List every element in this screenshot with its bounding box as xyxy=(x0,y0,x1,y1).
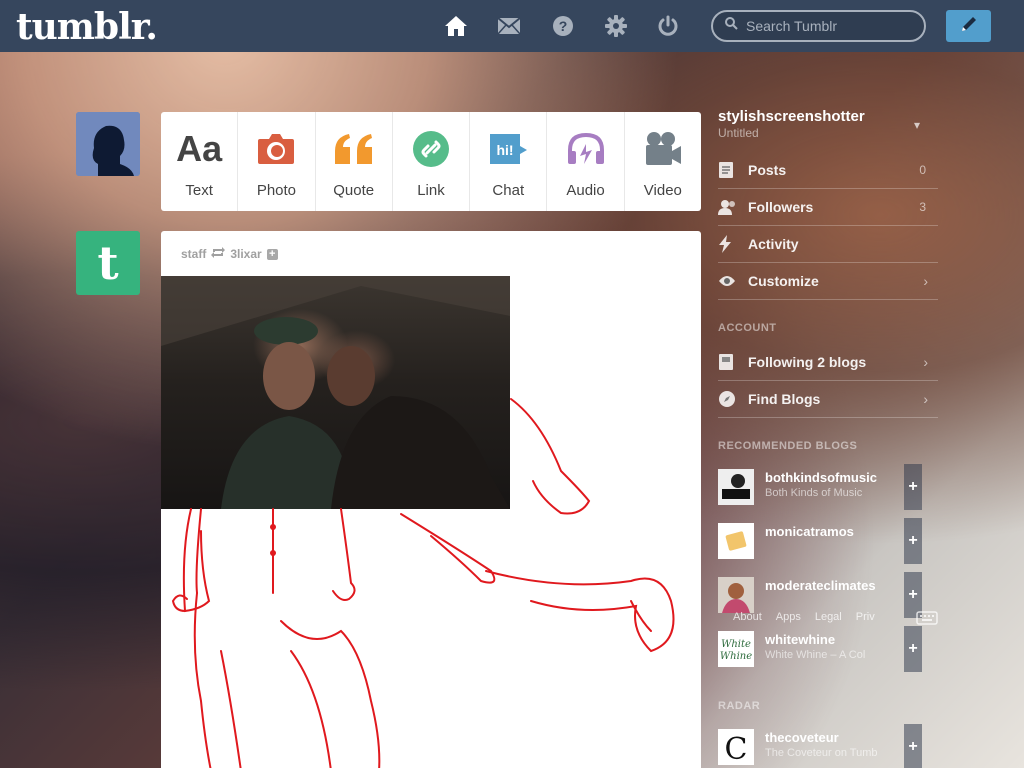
blog-avatar[interactable] xyxy=(718,523,754,559)
post-type-photo[interactable]: Photo xyxy=(238,112,316,211)
blog-description: Both Kinds of Music xyxy=(765,487,863,499)
blog-avatar[interactable] xyxy=(718,577,754,613)
blog-description: White Whine – A Col xyxy=(765,649,866,661)
follow-button[interactable]: + xyxy=(904,518,922,564)
footer-link-about[interactable]: About xyxy=(733,611,762,623)
quote-icon xyxy=(333,130,375,168)
sidebar-item-label: Following 2 blogs xyxy=(748,354,867,370)
sidebar-item-label: Followers xyxy=(748,199,814,215)
post-type-label: Link xyxy=(417,182,445,199)
footer-link-apps[interactable]: Apps xyxy=(776,611,801,623)
blog-subtitle: Untitled xyxy=(718,126,759,140)
blog-description: The Coveteur on Tumb xyxy=(765,747,878,759)
post-type-text[interactable]: Aa Text xyxy=(161,112,239,211)
eye-icon xyxy=(718,275,748,287)
radar-section-title: RADAR xyxy=(718,700,761,712)
post-type-bar: Aa Text Photo Quote Link hi! Chat Audio xyxy=(161,112,701,211)
chevron-right-icon: › xyxy=(923,391,928,407)
post-type-label: Video xyxy=(643,182,682,199)
post-type-video[interactable]: Video xyxy=(625,112,701,211)
search-icon xyxy=(725,17,738,35)
follow-button[interactable]: + xyxy=(904,626,922,672)
link-icon xyxy=(412,130,450,168)
sidebar-item-following[interactable]: Following 2 blogs › xyxy=(718,344,938,381)
lightning-icon xyxy=(718,235,748,253)
blog-name[interactable]: moderateclimates xyxy=(765,578,895,593)
help-icon[interactable]: ? xyxy=(551,14,575,38)
post-type-label: Text xyxy=(185,182,213,199)
sidebar-item-label: Find Blogs xyxy=(748,391,821,407)
svg-text:C: C xyxy=(725,732,748,765)
power-icon[interactable] xyxy=(656,14,680,38)
footer-links: About Apps Legal Priv xyxy=(733,611,875,623)
top-nav-bar: tumblr. ? xyxy=(0,0,1024,52)
search-input[interactable] xyxy=(746,18,916,34)
svg-text:hi!: hi! xyxy=(497,142,514,158)
svg-text:?: ? xyxy=(559,18,568,34)
followers-count: 3 xyxy=(919,200,926,214)
sidebar-item-label: Activity xyxy=(748,236,799,252)
post-type-label: Chat xyxy=(492,182,525,199)
posts-icon xyxy=(718,161,748,179)
recommended-blog[interactable]: White Whine whitewhine White Whine – A Co… xyxy=(718,626,938,672)
follow-button[interactable]: + xyxy=(904,464,922,510)
svg-text:Whine: Whine xyxy=(720,651,752,662)
sidebar-item-customize[interactable]: Customize › xyxy=(718,263,938,300)
blog-name[interactable]: bothkindsofmusic xyxy=(765,470,895,485)
blog-avatar[interactable]: C xyxy=(718,729,754,767)
post-type-audio[interactable]: Audio xyxy=(547,112,625,211)
chat-icon: hi! xyxy=(488,130,528,168)
chevron-right-icon: › xyxy=(923,273,928,289)
blog-avatar[interactable] xyxy=(718,469,754,505)
blog-name[interactable]: monicatramos xyxy=(765,524,895,539)
footer-link-privacy[interactable]: Priv xyxy=(856,611,875,623)
chevron-down-icon[interactable]: ▾ xyxy=(914,118,920,132)
footer-link-legal[interactable]: Legal xyxy=(815,611,842,623)
post-type-link[interactable]: Link xyxy=(393,112,471,211)
tumblr-logo[interactable]: tumblr. xyxy=(16,6,158,48)
camera-icon xyxy=(257,130,295,168)
sidebar-item-followers[interactable]: Followers 3 xyxy=(718,189,938,226)
headphones-icon xyxy=(566,130,606,168)
blog-avatar[interactable]: White Whine xyxy=(718,631,754,667)
followers-icon xyxy=(718,199,748,215)
recommended-blog[interactable]: monicatramos + xyxy=(718,518,938,564)
following-icon xyxy=(718,353,748,371)
post-type-label: Audio xyxy=(566,182,605,199)
sidebar-item-find-blogs[interactable]: Find Blogs › xyxy=(718,381,938,418)
search-box[interactable] xyxy=(711,10,926,42)
gear-icon[interactable] xyxy=(604,14,628,38)
sidebar-item-activity[interactable]: Activity xyxy=(718,226,938,263)
user-avatar[interactable] xyxy=(76,112,140,176)
post-type-label: Quote xyxy=(333,182,375,199)
recommended-section-title: RECOMMENDED BLOGS xyxy=(718,440,858,452)
blog-name[interactable]: whitewhine xyxy=(765,632,895,647)
chevron-right-icon: › xyxy=(923,354,928,370)
sidebar-item-label: Posts xyxy=(748,162,787,178)
post-type-label: Photo xyxy=(256,182,297,199)
pencil-icon xyxy=(959,14,979,39)
compass-icon xyxy=(718,390,748,408)
blog-name[interactable]: stylishscreenshotter xyxy=(718,108,865,125)
sidebar-item-label: Customize xyxy=(748,273,819,289)
recommended-blog[interactable]: bothkindsofmusic Both Kinds of Music + xyxy=(718,464,938,510)
red-doodle-drawing xyxy=(171,398,675,768)
staff-avatar[interactable]: t xyxy=(76,231,140,295)
text-icon: Aa xyxy=(176,128,223,169)
blog-name[interactable]: thecoveteur xyxy=(765,730,895,745)
video-camera-icon xyxy=(644,130,682,168)
radar-blog[interactable]: C thecoveteur The Coveteur on Tumb + xyxy=(718,724,938,768)
account-section-title: ACCOUNT xyxy=(718,322,777,334)
dashboard-post: staff 3lixar + xyxy=(161,231,701,768)
keyboard-icon[interactable] xyxy=(916,611,938,630)
post-type-quote[interactable]: Quote xyxy=(316,112,393,211)
envelope-icon[interactable] xyxy=(497,14,521,38)
sidebar-item-posts[interactable]: Posts 0 xyxy=(718,152,938,189)
compose-button[interactable] xyxy=(946,10,991,42)
posts-count: 0 xyxy=(919,163,926,177)
follow-button[interactable]: + xyxy=(904,724,922,768)
svg-text:White: White xyxy=(721,639,751,650)
post-type-chat[interactable]: hi! Chat xyxy=(470,112,548,211)
home-icon[interactable] xyxy=(444,14,468,38)
